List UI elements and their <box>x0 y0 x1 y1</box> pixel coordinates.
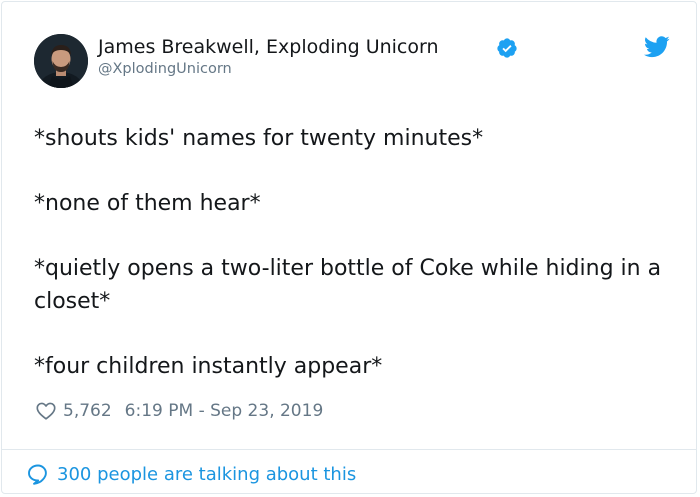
avatar-photo-icon <box>34 34 88 88</box>
like-count[interactable]: 5,762 <box>63 401 112 421</box>
tweet-paragraph: *none of them hear* <box>34 191 261 216</box>
twitter-bird-icon[interactable] <box>644 36 670 58</box>
author-handle[interactable]: @XplodingUnicorn <box>98 60 232 78</box>
footer-divider <box>2 449 696 450</box>
verified-badge-icon <box>497 38 517 58</box>
tweet-paragraph: *four children instantly appear* <box>34 354 383 379</box>
tweet-meta: 5,762 6:19 PM - Sep 23, 2019 <box>35 398 323 424</box>
tweet-paragraph: *quietly opens a two-liter bottle of Cok… <box>34 256 662 314</box>
heart-icon[interactable] <box>35 400 57 422</box>
talking-label[interactable]: 300 people are talking about this <box>57 464 356 485</box>
author-avatar[interactable] <box>34 34 88 88</box>
tweet-timestamp[interactable]: 6:19 PM - Sep 23, 2019 <box>125 401 324 421</box>
tweet-text: *shouts kids' names for twenty minutes* … <box>34 122 674 415</box>
speech-bubble-icon <box>28 464 47 485</box>
tweet-card: James Breakwell, Exploding Unicorn @Xplo… <box>1 1 697 494</box>
author-display-name[interactable]: James Breakwell, Exploding Unicorn <box>98 35 439 59</box>
tweet-paragraph: *shouts kids' names for twenty minutes* <box>34 126 484 151</box>
conversation-link[interactable]: 300 people are talking about this <box>26 460 356 488</box>
